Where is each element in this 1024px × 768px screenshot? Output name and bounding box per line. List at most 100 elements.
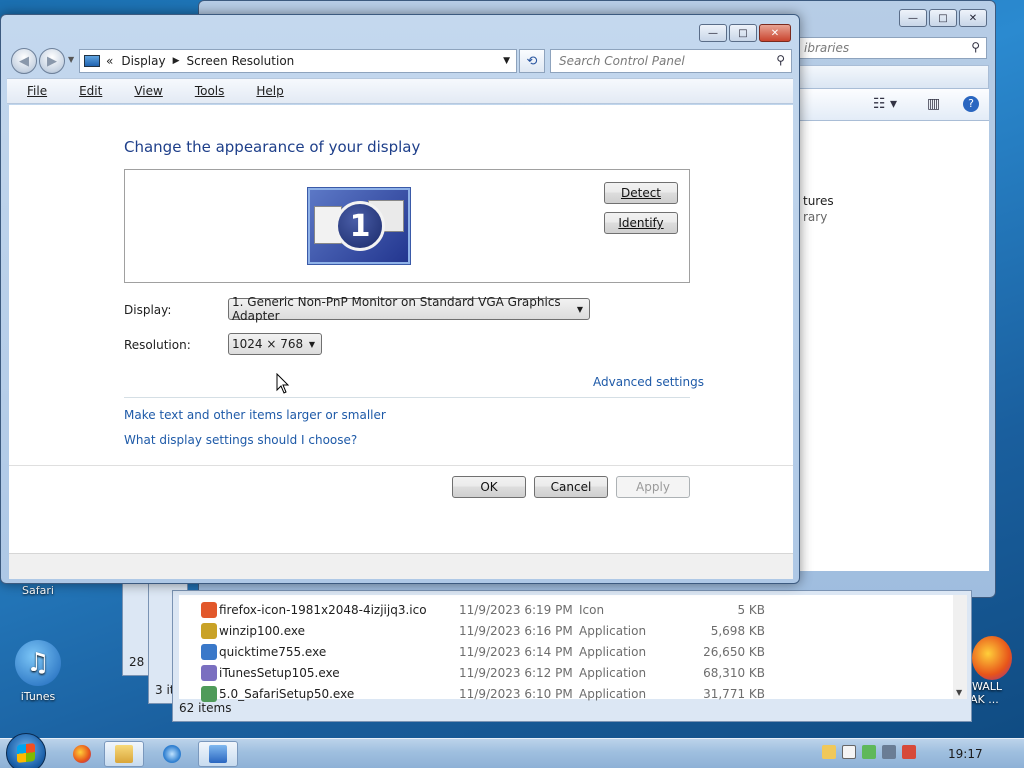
file-size: 31,771 KB — [703, 686, 765, 701]
file-row[interactable]: firefox-icon-1981x2048-4izjijq3.ico 11/9… — [179, 599, 953, 620]
refresh-button[interactable]: ⟲ — [519, 49, 545, 73]
close-button[interactable]: ✕ — [959, 9, 987, 27]
desktop-icon-label: Safari — [22, 584, 54, 597]
back-search-input[interactable]: ibraries ⚲ — [795, 37, 987, 59]
file-name: 5.0_SafariSetup50.exe — [219, 686, 355, 701]
display-select[interactable]: 1. Generic Non-PnP Monitor on Standard V… — [228, 295, 590, 323]
cancel-label: Cancel — [550, 480, 592, 494]
apply-button[interactable]: Apply — [616, 476, 690, 498]
resolution-select[interactable]: 1024 × 768 ▼ — [228, 333, 322, 355]
divider — [124, 397, 690, 398]
network-icon[interactable] — [882, 745, 896, 759]
taskbar-firefox[interactable] — [62, 741, 102, 767]
breadcrumb-root[interactable]: « — [106, 54, 113, 68]
file-name: firefox-icon-1981x2048-4izjijq3.ico — [219, 602, 427, 617]
action-center-icon[interactable] — [862, 745, 876, 759]
taskbar: 19:17 — [0, 733, 1024, 768]
ok-button[interactable]: OK — [452, 476, 526, 498]
taskbar-control-panel[interactable] — [198, 741, 238, 767]
file-size: 68,310 KB — [703, 665, 765, 680]
menu-view[interactable]: View — [134, 84, 178, 98]
file-list[interactable]: firefox-icon-1981x2048-4izjijq3.ico 11/9… — [179, 595, 953, 702]
desktop-icon-safari[interactable]: Safari — [0, 584, 76, 597]
advanced-settings-link[interactable]: Advanced settings — [593, 375, 704, 389]
taskbar-explorer[interactable] — [104, 741, 144, 767]
desktop-icon-label: iTunes — [20, 690, 56, 703]
address-dropdown-icon[interactable]: ▼ — [503, 56, 510, 66]
file-type: Application — [579, 686, 647, 701]
tray-icon[interactable] — [822, 745, 836, 759]
text-size-link[interactable]: Make text and other items larger or smal… — [124, 408, 386, 422]
forward-button[interactable]: ▶ — [39, 48, 65, 74]
file-type-icon — [201, 685, 217, 702]
screen-resolution-window[interactable]: — □ ✕ ◀ ▶ ▼ « Display ▶ Screen Resolutio… — [0, 14, 800, 584]
control-panel-icon — [209, 745, 227, 763]
search-icon[interactable]: ⚲ — [776, 53, 785, 67]
file-name: winzip100.exe — [219, 623, 306, 638]
desktop-icon-firewall[interactable]: WALL AK ... — [964, 636, 1024, 706]
display-settings-help-link[interactable]: What display settings should I choose? — [124, 433, 357, 447]
monitor-1-icon[interactable]: 1 — [307, 187, 411, 265]
minimize-button[interactable]: — — [899, 9, 927, 27]
maximize-button[interactable]: □ — [729, 24, 757, 42]
scroll-down-icon[interactable]: ▼ — [956, 688, 962, 697]
desktop-icon-label: AK ... — [970, 693, 999, 706]
desktop-icon-itunes[interactable]: ♫ iTunes — [0, 640, 76, 703]
breadcrumb-separator-icon[interactable]: ▶ — [173, 56, 180, 66]
cancel-button[interactable]: Cancel — [534, 476, 608, 498]
desktop-icon-label: WALL — [972, 680, 1003, 693]
system-tray — [822, 745, 916, 759]
file-date: 11/9/2023 6:10 PM — [459, 686, 573, 701]
detect-label: Detect — [620, 186, 661, 200]
display-select-value: 1. Generic Non-PnP Monitor on Standard V… — [232, 295, 561, 323]
file-row[interactable]: winzip100.exe 11/9/2023 6:16 PM Applicat… — [179, 620, 953, 641]
search-placeholder: Search Control Panel — [559, 54, 685, 68]
menu-tools[interactable]: Tools — [195, 84, 241, 98]
maximize-button[interactable]: □ — [929, 9, 957, 27]
itunes-icon: ♫ — [15, 640, 61, 686]
file-row[interactable]: 5.0_SafariSetup50.exe 11/9/2023 6:10 PM … — [179, 683, 953, 704]
menu-file[interactable]: File — [27, 84, 63, 98]
close-button[interactable]: ✕ — [759, 24, 791, 42]
caption-buttons: — □ ✕ — [699, 24, 791, 42]
menu-help[interactable]: Help — [256, 84, 299, 98]
menu-edit[interactable]: Edit — [79, 84, 118, 98]
detect-button[interactable]: Detect — [604, 182, 678, 204]
taskbar-ie[interactable] — [152, 741, 192, 767]
recent-pages-dropdown[interactable]: ▼ — [68, 55, 74, 64]
file-type: Application — [579, 665, 647, 680]
folder-icon — [115, 745, 133, 763]
breadcrumb-display[interactable]: Display — [121, 54, 165, 68]
library-item-pictures[interactable]: tures rary — [803, 193, 834, 225]
breadcrumb-screen-resolution[interactable]: Screen Resolution — [187, 54, 295, 68]
file-date: 11/9/2023 6:19 PM — [459, 602, 573, 617]
preview-pane-icon[interactable]: ▥ — [927, 96, 940, 112]
search-input[interactable]: Search Control Panel ⚲ — [550, 49, 792, 73]
mouse-cursor-icon — [276, 373, 290, 394]
file-row[interactable]: quicktime755.exe 11/9/2023 6:14 PM Appli… — [179, 641, 953, 662]
tray-icon[interactable] — [842, 745, 856, 759]
volume-muted-icon[interactable] — [902, 745, 916, 759]
file-type-icon — [201, 664, 217, 681]
file-list-window[interactable]: firefox-icon-1981x2048-4izjijq3.ico 11/9… — [172, 590, 972, 722]
display-label: Display: — [124, 303, 172, 317]
file-type: Icon — [579, 602, 605, 617]
status-item-count: 62 items — [179, 701, 232, 715]
file-size: 5 KB — [737, 602, 765, 617]
help-icon[interactable]: ? — [963, 96, 979, 112]
chevron-down-icon: ▼ — [576, 304, 583, 314]
back-button[interactable]: ◀ — [11, 48, 37, 74]
library-subtitle: rary — [803, 210, 828, 224]
internet-explorer-icon — [163, 745, 181, 763]
minimize-button[interactable]: — — [699, 24, 727, 42]
identify-button[interactable]: Identify — [604, 212, 678, 234]
page-title: Change the appearance of your display — [124, 138, 421, 156]
file-list-scrollbar[interactable]: ▼ — [953, 595, 967, 699]
file-row[interactable]: iTunesSetup105.exe 11/9/2023 6:12 PM App… — [179, 662, 953, 683]
view-options-icon[interactable]: ☷ ▾ — [873, 96, 897, 112]
start-button[interactable] — [6, 733, 46, 768]
address-bar[interactable]: « Display ▶ Screen Resolution ▼ — [79, 49, 517, 73]
taskbar-clock[interactable]: 19:17 — [948, 747, 983, 761]
chevron-down-icon: ▼ — [308, 339, 315, 349]
search-icon[interactable]: ⚲ — [971, 40, 980, 54]
